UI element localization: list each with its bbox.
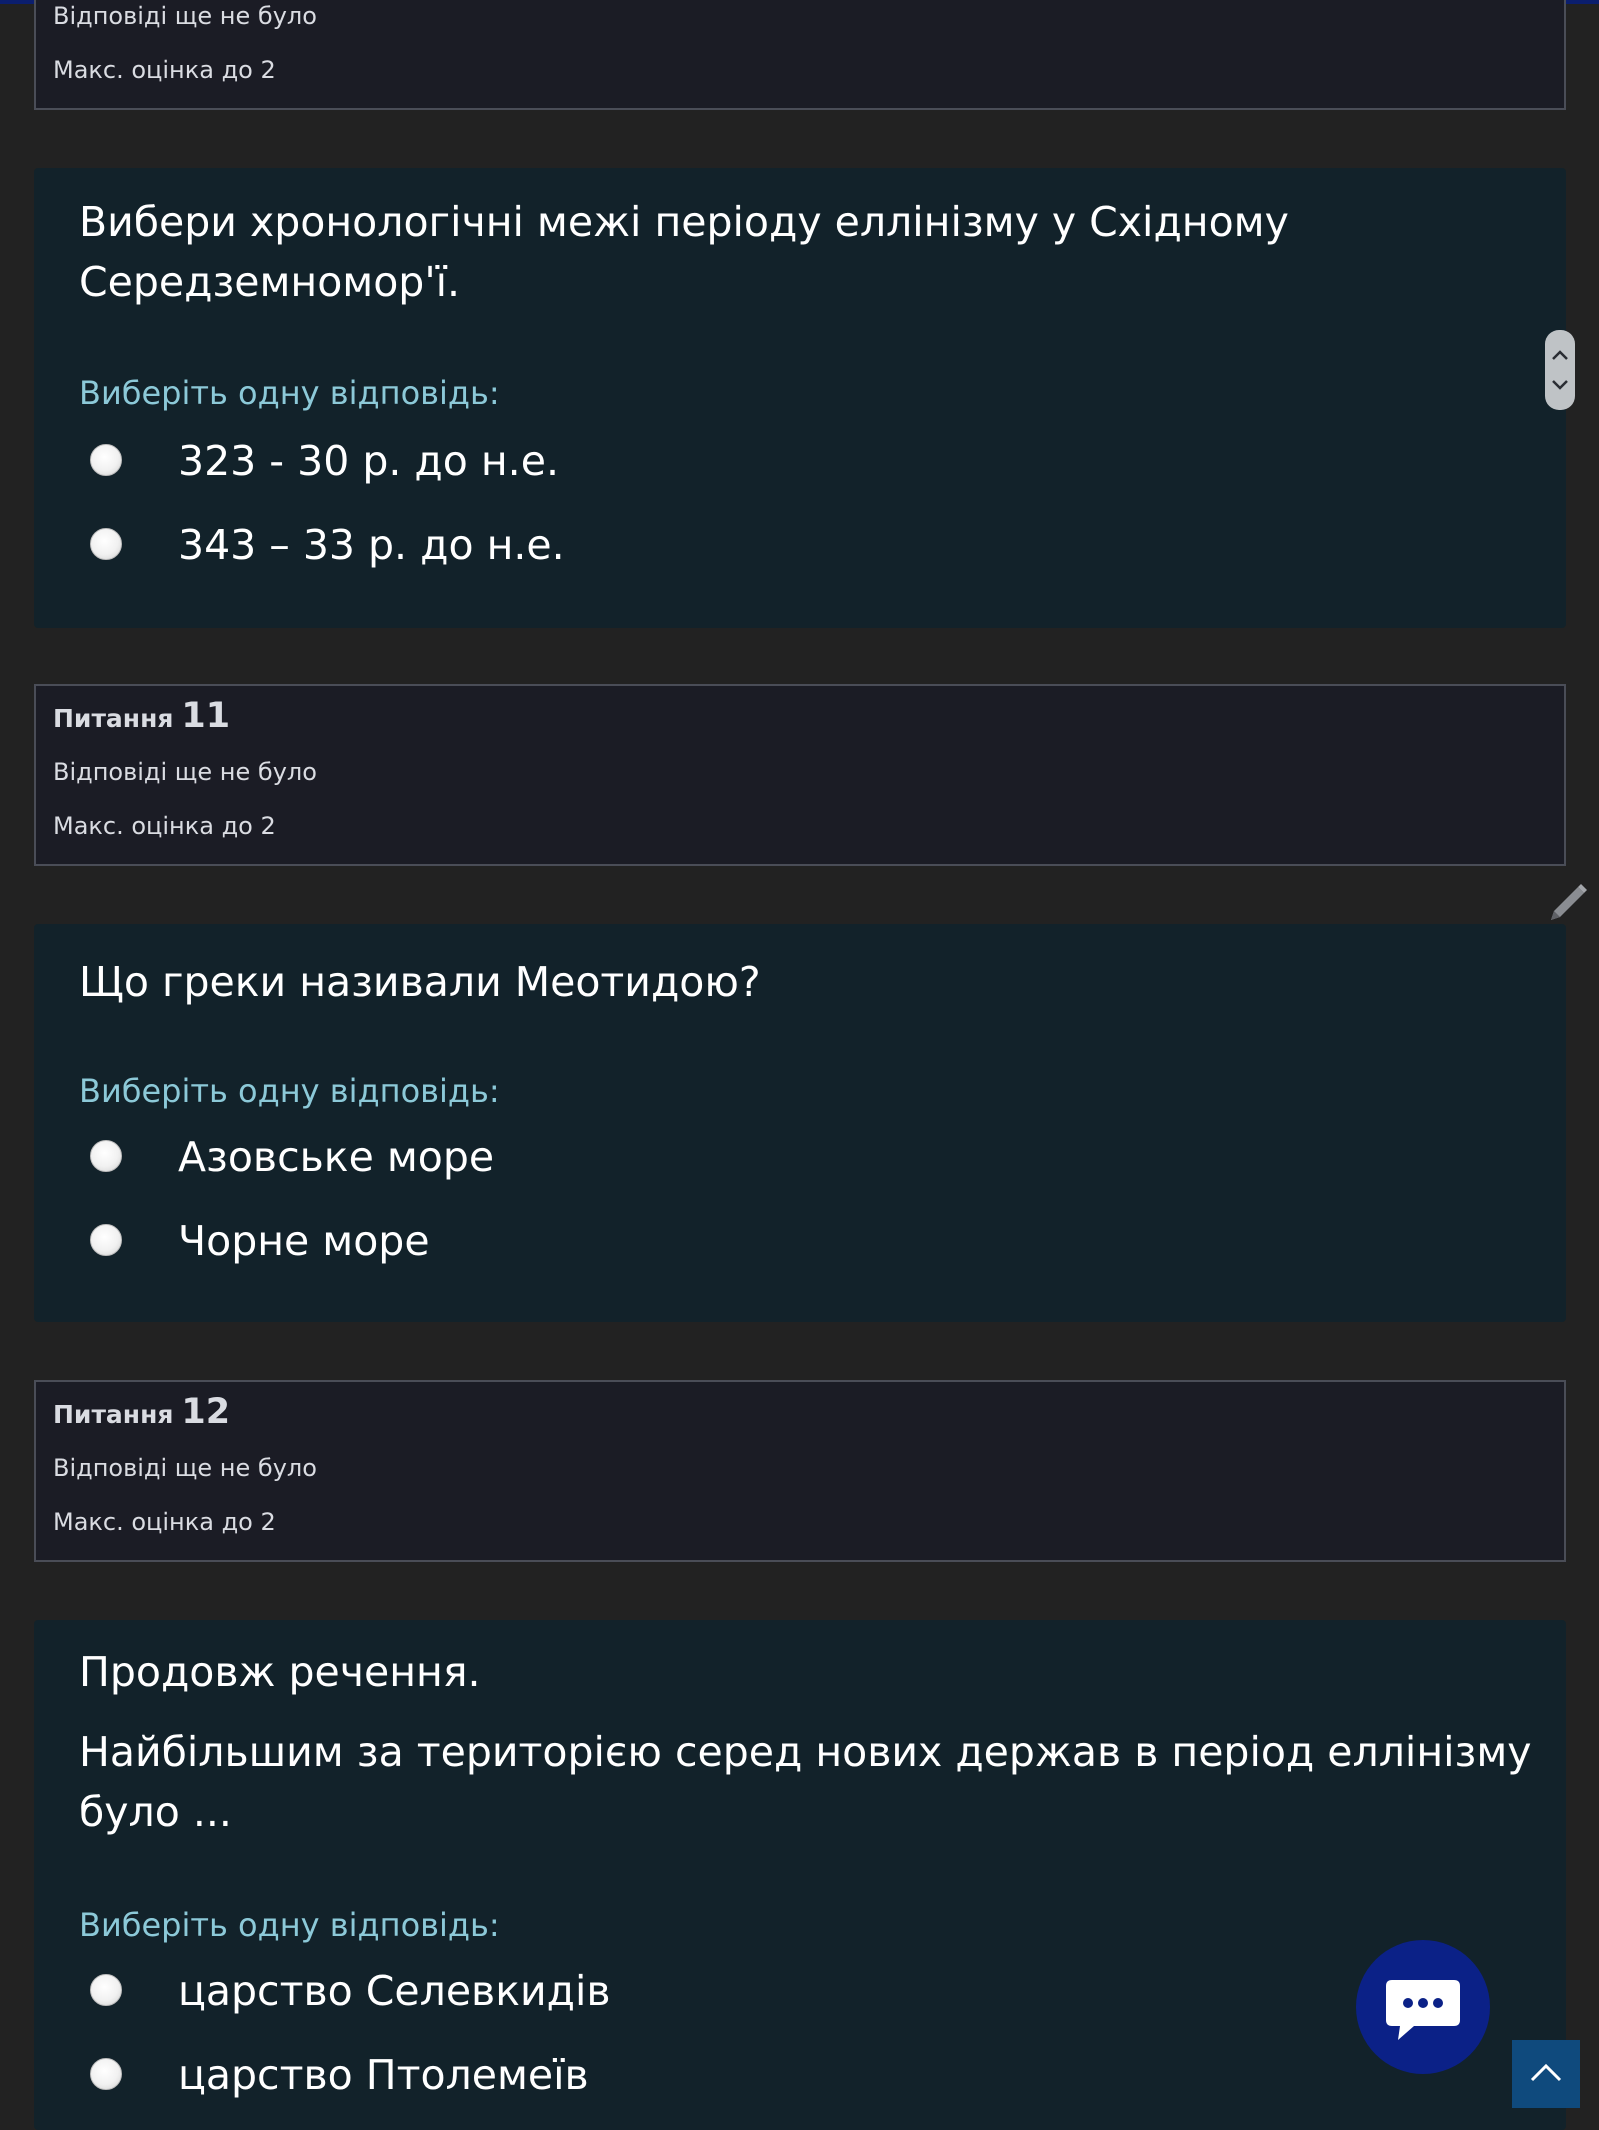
answer-option[interactable]: царство Селевкидів [90, 1966, 790, 2016]
answer-option-label[interactable]: царство Селевкидів [178, 1966, 611, 2016]
question-card-10: Вибери хронологічні межі періоду еллініз… [34, 168, 1566, 628]
answer-prompt: Виберіть одну відповідь: [79, 374, 500, 412]
answer-status: Відповіді ще не було [53, 2, 317, 30]
question-card-11: Що греки називали Меотидою? Виберіть одн… [34, 924, 1566, 1322]
answer-option[interactable]: царство Птолемеїв [90, 2050, 790, 2100]
scroll-up-down-icon[interactable] [1545, 330, 1575, 410]
chevron-up-icon[interactable] [1545, 344, 1575, 364]
answer-option-label[interactable]: Азовське море [178, 1132, 494, 1182]
max-grade: Макс. оцінка до 2 [53, 812, 276, 840]
chevron-down-icon[interactable] [1545, 374, 1575, 394]
question-info-12: Питання 12 Відповіді ще не було Макс. оці… [34, 1380, 1566, 1562]
answer-option[interactable]: 323 - 30 р. до н.е. [90, 436, 790, 486]
radio-button[interactable] [90, 2058, 122, 2090]
question-text-line: Середземномор'ї. [79, 258, 461, 306]
question-number: 11 [181, 696, 231, 736]
max-grade: Макс. оцінка до 2 [53, 56, 276, 84]
question-text-line: Що греки називали Меотидою? [79, 958, 761, 1006]
answer-option[interactable]: Чорне море [90, 1216, 790, 1266]
question-number: 12 [181, 1392, 231, 1432]
answer-status: Відповіді ще не було [53, 1454, 317, 1482]
answer-option[interactable]: Азовське море [90, 1132, 790, 1182]
max-grade: Макс. оцінка до 2 [53, 1508, 276, 1536]
radio-button[interactable] [90, 444, 122, 476]
question-info-10: Відповіді ще не було Макс. оцінка до 2 [34, 0, 1566, 110]
question-label: Питання [53, 1400, 174, 1429]
pencil-icon[interactable] [1543, 878, 1593, 928]
radio-button[interactable] [90, 1974, 122, 2006]
answer-option-label[interactable]: царство Птолемеїв [178, 2050, 589, 2100]
question-text-line: Продовж речення. [79, 1648, 481, 1696]
answer-prompt: Виберіть одну відповідь: [79, 1906, 500, 1944]
question-text-line: було ... [79, 1788, 232, 1836]
question-info-11: Питання 11 Відповіді ще не було Макс. оці… [34, 684, 1566, 866]
answer-status: Відповіді ще не було [53, 758, 317, 786]
back-to-top-button[interactable] [1512, 2040, 1580, 2108]
answer-option[interactable]: 343 – 33 р. до н.е. [90, 520, 790, 570]
answer-option-label[interactable]: 323 - 30 р. до н.е. [178, 436, 559, 486]
question-text-line: Найбільшим за територією серед нових дер… [79, 1728, 1532, 1776]
answer-option-label[interactable]: Чорне море [178, 1216, 430, 1266]
radio-button[interactable] [90, 1224, 122, 1256]
chat-button[interactable] [1356, 1940, 1490, 2074]
question-card-12: Продовж речення. Найбільшим за територіє… [34, 1620, 1566, 2130]
radio-button[interactable] [90, 528, 122, 560]
question-number-title: Питання 11 [53, 696, 230, 736]
question-number-title: Питання 12 [53, 1392, 230, 1432]
radio-button[interactable] [90, 1140, 122, 1172]
question-label: Питання [53, 704, 174, 733]
answer-prompt: Виберіть одну відповідь: [79, 1072, 500, 1110]
chat-bubble-icon [1386, 1980, 1460, 2040]
chevron-up-icon [1530, 2063, 1562, 2082]
question-text-line: Вибери хронологічні межі періоду еллініз… [79, 198, 1289, 246]
answer-option-label[interactable]: 343 – 33 р. до н.е. [178, 520, 565, 570]
